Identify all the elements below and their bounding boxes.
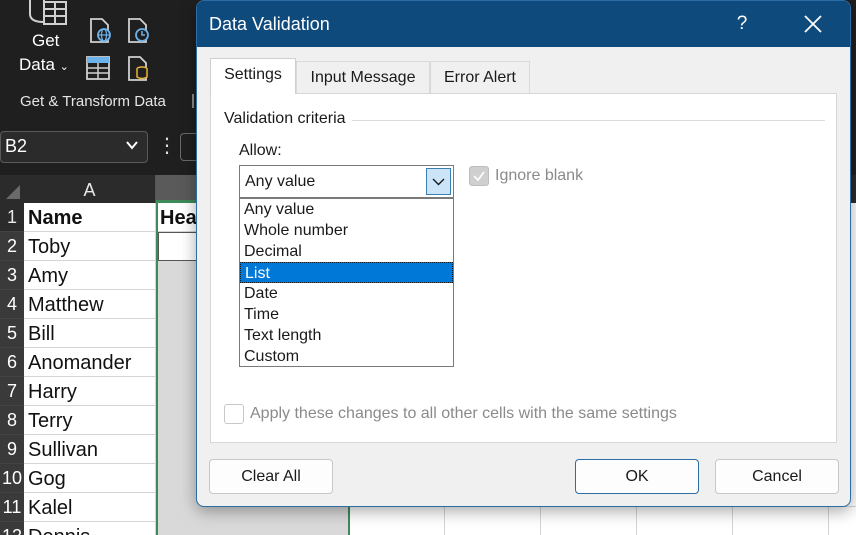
- select-all-corner[interactable]: [0, 175, 24, 203]
- row-header[interactable]: 12: [0, 522, 24, 535]
- allow-dropdown[interactable]: Any value: [239, 165, 454, 198]
- allow-option-text-length[interactable]: Text length: [240, 325, 453, 346]
- column-header-a[interactable]: A: [24, 175, 156, 203]
- allow-options-list: Any value Whole number Decimal List Date…: [239, 198, 454, 367]
- row-header[interactable]: 10: [0, 464, 24, 493]
- dialog-title: Data Validation: [209, 14, 330, 34]
- tab-input-message[interactable]: Input Message: [296, 61, 430, 93]
- allow-option-time[interactable]: Time: [240, 304, 453, 325]
- row-headers: 1 2 3 4 5 6 7 8 9 10 11 12: [0, 203, 24, 535]
- ok-button[interactable]: OK: [575, 459, 699, 494]
- group-divider: [351, 120, 825, 121]
- cell[interactable]: Matthew: [24, 290, 156, 319]
- group-label: Get & Transform Data: [20, 93, 166, 110]
- name-box[interactable]: B2: [0, 131, 148, 163]
- chevron-down-icon[interactable]: [125, 138, 139, 152]
- allow-option-whole-number[interactable]: Whole number: [240, 220, 453, 241]
- allow-option-list[interactable]: List: [240, 262, 453, 283]
- row-header[interactable]: 11: [0, 493, 24, 522]
- cell[interactable]: Amy: [24, 261, 156, 290]
- tab-settings[interactable]: Settings: [210, 58, 296, 94]
- recent-sources-icon[interactable]: [126, 18, 152, 44]
- cell[interactable]: Sullivan: [24, 435, 156, 464]
- allow-option-custom[interactable]: Custom: [240, 346, 453, 367]
- row-header[interactable]: 3: [0, 261, 24, 290]
- cell[interactable]: Anomander: [24, 348, 156, 377]
- row-header[interactable]: 7: [0, 377, 24, 406]
- tab-error-alert[interactable]: Error Alert: [430, 61, 530, 93]
- database-table-icon: [29, 0, 67, 25]
- row-header[interactable]: 2: [0, 232, 24, 261]
- get-data-button[interactable]: Get Data ⌄: [14, 0, 84, 80]
- chevron-down-icon: [432, 178, 445, 186]
- dropdown-arrow-button[interactable]: [426, 168, 451, 195]
- cell[interactable]: Harry: [24, 377, 156, 406]
- group-separator: [192, 94, 194, 108]
- clear-all-button[interactable]: Clear All: [209, 459, 333, 494]
- column-a-cells: Name Toby Amy Matthew Bill Anomander Har…: [24, 203, 156, 535]
- existing-connections-icon[interactable]: [126, 56, 152, 82]
- get-data-label-line1: Get: [32, 31, 60, 50]
- allow-option-date[interactable]: Date: [240, 283, 453, 304]
- allow-selected-value: Any value: [245, 173, 316, 190]
- cell[interactable]: Bill: [24, 319, 156, 348]
- checkmark-icon: [473, 171, 485, 182]
- get-data-label-line2: Data ⌄: [19, 55, 69, 74]
- close-icon[interactable]: [787, 7, 839, 41]
- allow-label: Allow:: [239, 142, 282, 159]
- row-header[interactable]: 5: [0, 319, 24, 348]
- cell[interactable]: Terry: [24, 406, 156, 435]
- from-table-icon[interactable]: [86, 56, 110, 80]
- dialog-body: Settings Input Message Error Alert Valid…: [197, 47, 850, 506]
- dialog-title-bar[interactable]: Data Validation ?: [197, 1, 850, 47]
- checkbox-box[interactable]: [469, 166, 489, 186]
- validation-criteria-label: Validation criteria: [224, 110, 352, 128]
- from-web-icon[interactable]: [88, 18, 114, 44]
- settings-panel: Validation criteria Allow: Any value Any…: [210, 93, 837, 443]
- cell[interactable]: Dennis: [24, 522, 156, 535]
- checkbox-box[interactable]: [224, 404, 244, 424]
- cell[interactable]: Name: [24, 203, 156, 232]
- cell[interactable]: Gog: [24, 464, 156, 493]
- row-header[interactable]: 1: [0, 203, 24, 232]
- cell[interactable]: Toby: [24, 232, 156, 261]
- apply-all-label: Apply these changes to all other cells w…: [250, 405, 677, 422]
- help-button[interactable]: ?: [717, 7, 767, 41]
- allow-option-any-value[interactable]: Any value: [240, 199, 453, 220]
- more-options-icon[interactable]: ⋮: [157, 135, 177, 159]
- row-header[interactable]: 9: [0, 435, 24, 464]
- chevron-down-icon: ⌄: [59, 61, 69, 73]
- data-validation-dialog: Data Validation ? Settings Input Message…: [196, 0, 851, 507]
- row-header[interactable]: 4: [0, 290, 24, 319]
- row-header[interactable]: 6: [0, 348, 24, 377]
- cell[interactable]: Kalel: [24, 493, 156, 522]
- row-header[interactable]: 8: [0, 406, 24, 435]
- ignore-blank-label: Ignore blank: [495, 167, 584, 184]
- allow-option-decimal[interactable]: Decimal: [240, 241, 453, 262]
- cancel-button[interactable]: Cancel: [715, 459, 839, 494]
- name-box-value: B2: [5, 136, 28, 156]
